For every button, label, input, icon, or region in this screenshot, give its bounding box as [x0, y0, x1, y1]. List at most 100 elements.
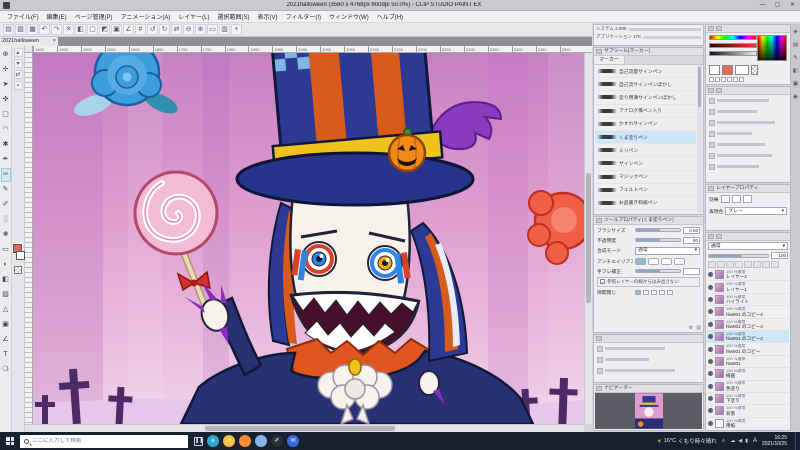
delete-icon[interactable]: ✕: [63, 24, 74, 35]
panel-tab-icon[interactable]: [716, 234, 722, 239]
snap-ruler-icon[interactable]: ∠: [123, 24, 134, 35]
border-effect-button[interactable]: [720, 195, 730, 203]
vertical-scrollbar[interactable]: [584, 53, 592, 424]
palette-strip-icon[interactable]: ✎: [792, 54, 799, 63]
gradient-tool[interactable]: ▨: [1, 288, 11, 302]
stabilize-slider[interactable]: [635, 269, 681, 273]
menu-item[interactable]: アニメーション(A): [117, 12, 175, 21]
ruler-tool[interactable]: ∠: [1, 333, 11, 347]
selection-tool[interactable]: ▢: [1, 108, 11, 122]
visibility-icon[interactable]: [708, 371, 713, 377]
brush-size-value[interactable]: 0.60: [683, 226, 700, 234]
panel-row[interactable]: [706, 95, 790, 106]
transfer-button[interactable]: [735, 260, 743, 268]
visibility-icon[interactable]: [708, 334, 713, 340]
panel-tab-icon[interactable]: [596, 386, 602, 391]
layer-row[interactable]: 100 %通常 用紙: [707, 418, 789, 429]
subtool-item[interactable]: かすれサインペン: [595, 118, 696, 131]
layer-row[interactable]: 100 %通常 レイヤー2: [707, 269, 789, 282]
taskbar-search-input[interactable]: [32, 438, 172, 444]
visibility-icon[interactable]: [708, 396, 713, 402]
weather-widget[interactable]: ☀ 16°C くもり時々晴れ: [656, 437, 716, 445]
zoom-out-icon[interactable]: ⊖: [183, 24, 194, 35]
palette-strip-icon[interactable]: ◧: [792, 67, 799, 76]
subtool-item[interactable]: マジックペン: [595, 171, 696, 184]
subtool-item[interactable]: 自己流サインペンぼかし: [595, 78, 696, 92]
mask-button[interactable]: [753, 260, 761, 268]
clip-button[interactable]: [762, 260, 770, 268]
panel-row[interactable]: [706, 161, 790, 172]
zoom-in-icon[interactable]: ⊕: [195, 24, 206, 35]
pencil-tool[interactable]: ✎: [1, 183, 11, 197]
maximize-button[interactable]: ▢: [770, 0, 785, 11]
checkbox-icon[interactable]: ✓: [600, 279, 605, 285]
tray-icon[interactable]: ▮: [745, 438, 748, 444]
horizontal-scrollbar-thumb[interactable]: [205, 426, 395, 431]
stabilize-value[interactable]: [683, 267, 700, 275]
gear-icon[interactable]: ⚙: [689, 325, 693, 331]
blend-mode-select[interactable]: 通常 ▾: [635, 246, 700, 255]
task-view-button[interactable]: ❚❚: [194, 436, 203, 446]
open-icon[interactable]: ▧: [15, 24, 26, 35]
close-button[interactable]: ✕: [785, 0, 800, 11]
move-tool[interactable]: ✛: [1, 63, 11, 77]
layer-color-button[interactable]: [742, 195, 752, 203]
panel-tab-icon[interactable]: [708, 186, 714, 191]
airbrush-tool[interactable]: ░: [1, 213, 11, 227]
grid-icon[interactable]: ▥: [219, 24, 230, 35]
navigator-preview[interactable]: [595, 393, 702, 429]
layer-row[interactable]: 100 %通常 下塗り: [707, 393, 789, 406]
eyedropper-tool[interactable]: ✒: [1, 153, 11, 167]
layer-blend-mode-select[interactable]: 通常 ▾: [708, 242, 788, 250]
lock-button[interactable]: [771, 260, 779, 268]
layer-row[interactable]: 100 %通常 hlw001 のコピー3: [707, 319, 789, 331]
text-tool[interactable]: T: [1, 348, 11, 362]
taskbar-search[interactable]: [20, 434, 188, 448]
visibility-icon[interactable]: [708, 272, 713, 278]
visibility-icon[interactable]: [708, 420, 713, 426]
deselect-icon[interactable]: ▢: [87, 24, 98, 35]
panel-row[interactable]: [706, 150, 790, 161]
tab-close-icon[interactable]: ×: [53, 37, 56, 46]
opacity-value[interactable]: 80: [683, 236, 700, 244]
clock[interactable]: 16:25 2021/10/25: [762, 435, 787, 448]
invert-selection-icon[interactable]: ◩: [99, 24, 110, 35]
menu-item[interactable]: レイヤー(L): [174, 12, 213, 21]
fit-screen-icon[interactable]: ▭: [207, 24, 218, 35]
chrome-browser-icon[interactable]: [255, 435, 267, 447]
panel-row[interactable]: [594, 365, 703, 376]
palette-strip-icon[interactable]: ◈: [792, 28, 799, 37]
layer-move-tool[interactable]: ✜: [1, 93, 11, 107]
rotate-right-icon[interactable]: ↻: [159, 24, 170, 35]
visibility-icon[interactable]: [708, 284, 713, 290]
panel-row[interactable]: [594, 343, 703, 354]
balloon-tool[interactable]: ❍: [1, 363, 11, 377]
panel-tab-icon[interactable]: [708, 234, 714, 239]
visibility-icon[interactable]: [708, 408, 713, 414]
brush-tool[interactable]: ✐: [1, 198, 11, 212]
mail-icon[interactable]: ✉: [287, 435, 299, 447]
menu-item[interactable]: 編集(E): [43, 12, 71, 21]
panel-tab-icon[interactable]: [716, 88, 722, 93]
redo-icon[interactable]: ↷: [51, 24, 62, 35]
color-spectrum[interactable]: [757, 35, 787, 61]
subtool-item[interactable]: お品書き和紙ペン: [595, 197, 696, 211]
layer-row[interactable]: 100 %通常 hlw001 のコピー: [707, 343, 789, 356]
tray-icon[interactable]: ◀: [738, 438, 742, 444]
menu-item[interactable]: 選択範囲(S): [213, 12, 253, 21]
layer-row[interactable]: 100 %通常 hlw001: [707, 356, 789, 369]
panel-row[interactable]: [706, 106, 790, 117]
tray-icon[interactable]: ☁: [730, 438, 735, 444]
show-desktop-button[interactable]: [795, 432, 798, 450]
antialias-mid-button[interactable]: [661, 257, 672, 265]
visibility-icon[interactable]: [708, 346, 713, 352]
subtool-item[interactable]: 自己流量サインペン: [595, 65, 696, 79]
operate-tool[interactable]: ➤: [1, 78, 11, 92]
undo-icon[interactable]: ↶: [39, 24, 50, 35]
subtool-item[interactable]: アナログ風ペン入り: [595, 105, 696, 118]
layer-row[interactable]: 100 %通常 ハイライト: [707, 294, 789, 307]
layer-row[interactable]: 100 %通常 hlw001 のコピー2: [707, 330, 789, 344]
panel-row[interactable]: [706, 139, 790, 150]
down-icon[interactable]: ▾: [13, 59, 23, 68]
panel-tab-icon[interactable]: [596, 218, 602, 223]
